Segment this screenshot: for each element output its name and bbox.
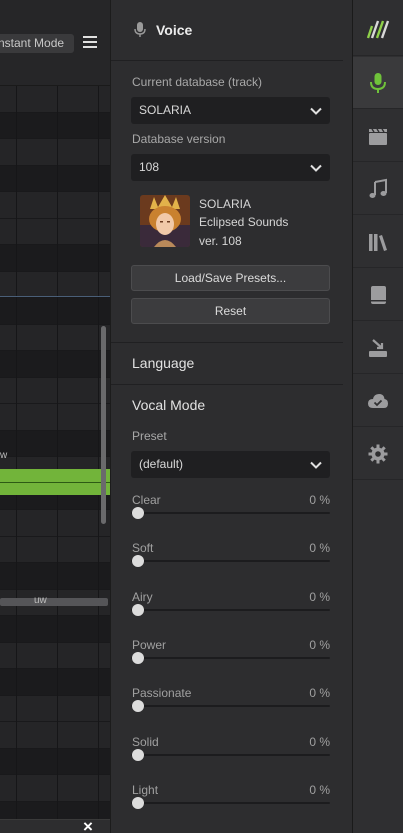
note[interactable] bbox=[0, 598, 108, 606]
current-db-value: SOLARIA bbox=[139, 103, 192, 117]
note-lyric: w bbox=[0, 450, 8, 461]
slider-knob[interactable] bbox=[132, 507, 144, 519]
close-icon[interactable]: × bbox=[83, 818, 93, 833]
slider-knob[interactable] bbox=[132, 651, 144, 664]
slider-label: Passionate bbox=[132, 686, 192, 701]
microphone-icon bbox=[134, 22, 146, 37]
db-version-label: Database version bbox=[132, 132, 226, 146]
slider-value: 0 % bbox=[309, 686, 330, 701]
note-lyric: uw bbox=[34, 595, 47, 606]
slider-value: 0 % bbox=[309, 734, 330, 749]
db-version-value: 108 bbox=[139, 160, 160, 174]
grid-line bbox=[98, 86, 99, 819]
piano-roll[interactable]: nstant Mode w uw × bbox=[0, 0, 110, 833]
sidebar-item-import[interactable] bbox=[353, 322, 403, 374]
slider-knob[interactable] bbox=[132, 555, 144, 568]
library-icon bbox=[369, 234, 387, 251]
menu-icon[interactable] bbox=[83, 36, 97, 50]
chevron-down-icon bbox=[310, 107, 322, 115]
chevron-down-icon bbox=[310, 461, 322, 469]
slider-value: 0 % bbox=[309, 782, 330, 797]
sidebar-item-library[interactable] bbox=[353, 216, 403, 268]
vocal-mode-slider[interactable]: Light 0 % bbox=[131, 783, 330, 819]
load-save-presets-button[interactable]: Load/Save Presets... bbox=[131, 265, 330, 291]
slider-knob[interactable] bbox=[132, 796, 144, 809]
slider-value: 0 % bbox=[309, 637, 330, 652]
slider-label: Airy bbox=[132, 589, 153, 604]
slider-label: Soft bbox=[132, 541, 154, 556]
preset-dropdown[interactable]: (default) bbox=[131, 451, 330, 478]
panel-title: Voice bbox=[156, 22, 193, 38]
slider-track[interactable] bbox=[131, 705, 330, 708]
vocal-mode-section-title[interactable]: Vocal Mode bbox=[132, 397, 205, 413]
slider-label: Power bbox=[132, 637, 167, 652]
vocal-mode-slider[interactable]: Solid 0 % bbox=[131, 735, 330, 771]
slider-label: Light bbox=[132, 782, 159, 797]
voice-vendor: Eclipsed Sounds bbox=[199, 215, 289, 229]
slider-value: 0 % bbox=[309, 493, 330, 507]
instant-mode-button[interactable]: nstant Mode bbox=[0, 34, 74, 53]
slider-track[interactable] bbox=[131, 608, 330, 611]
roll-scrollbar[interactable] bbox=[101, 326, 106, 524]
playhead-line bbox=[0, 296, 110, 297]
slider-knob[interactable] bbox=[132, 700, 144, 713]
divider bbox=[111, 60, 343, 61]
logo-icon bbox=[366, 20, 390, 39]
slider-track[interactable] bbox=[131, 560, 330, 563]
preset-label: Preset bbox=[132, 429, 167, 443]
vocal-mode-slider[interactable]: Soft 0 % bbox=[131, 541, 330, 577]
voice-version: ver. 108 bbox=[199, 234, 242, 248]
music-note-icon bbox=[369, 178, 387, 198]
import-icon bbox=[369, 339, 387, 357]
sidebar-item-cloud[interactable] bbox=[353, 375, 403, 427]
sidebar-item-music[interactable] bbox=[353, 163, 403, 215]
voice-panel: Voice Current database (track) SOLARIA D… bbox=[110, 0, 352, 833]
icon-sidebar bbox=[352, 0, 403, 833]
slider-value: 0 % bbox=[309, 541, 330, 556]
vocal-mode-slider[interactable]: Airy 0 % bbox=[131, 590, 330, 626]
roll-toolbar: nstant Mode bbox=[0, 0, 110, 86]
slider-track[interactable] bbox=[131, 801, 330, 804]
vocal-mode-slider[interactable]: Power 0 % bbox=[131, 638, 330, 674]
microphone-icon bbox=[370, 73, 386, 93]
slider-track[interactable] bbox=[131, 753, 330, 756]
preset-value: (default) bbox=[139, 457, 184, 471]
slider-knob[interactable] bbox=[132, 603, 144, 616]
voice-name: SOLARIA bbox=[199, 197, 252, 211]
sidebar-item-lyrics[interactable] bbox=[353, 269, 403, 321]
voice-avatar bbox=[140, 195, 190, 247]
pitch-line bbox=[0, 482, 110, 483]
slider-track[interactable] bbox=[131, 512, 330, 514]
roll-bottom-bar bbox=[0, 819, 110, 833]
slider-label: Clear bbox=[132, 493, 161, 507]
sidebar-item-scenes[interactable] bbox=[353, 110, 403, 162]
cloud-icon bbox=[368, 394, 388, 408]
book-icon bbox=[371, 286, 386, 304]
slider-value: 0 % bbox=[309, 589, 330, 604]
sidebar-item-logo[interactable] bbox=[353, 4, 403, 56]
slider-track[interactable] bbox=[131, 656, 330, 659]
vocal-mode-slider[interactable]: Passionate 0 % bbox=[131, 686, 330, 722]
gear-icon bbox=[368, 444, 388, 464]
current-db-label: Current database (track) bbox=[132, 75, 263, 89]
db-version-dropdown[interactable]: 108 bbox=[131, 154, 330, 181]
slider-label: Solid bbox=[132, 734, 159, 749]
chevron-down-icon bbox=[310, 164, 322, 172]
divider bbox=[111, 342, 343, 343]
divider bbox=[111, 384, 343, 385]
grid-line bbox=[16, 86, 17, 819]
panel-header: Voice bbox=[111, 0, 353, 60]
sidebar-item-settings[interactable] bbox=[353, 428, 403, 480]
reset-button[interactable]: Reset bbox=[131, 298, 330, 324]
current-db-dropdown[interactable]: SOLARIA bbox=[131, 97, 330, 124]
vocal-mode-slider[interactable]: Clear 0 % bbox=[131, 493, 330, 529]
grid-line bbox=[57, 86, 58, 819]
slider-knob[interactable] bbox=[132, 748, 144, 761]
sidebar-item-voice[interactable] bbox=[353, 57, 403, 109]
clapperboard-icon bbox=[369, 128, 387, 145]
language-section-title[interactable]: Language bbox=[132, 355, 194, 371]
